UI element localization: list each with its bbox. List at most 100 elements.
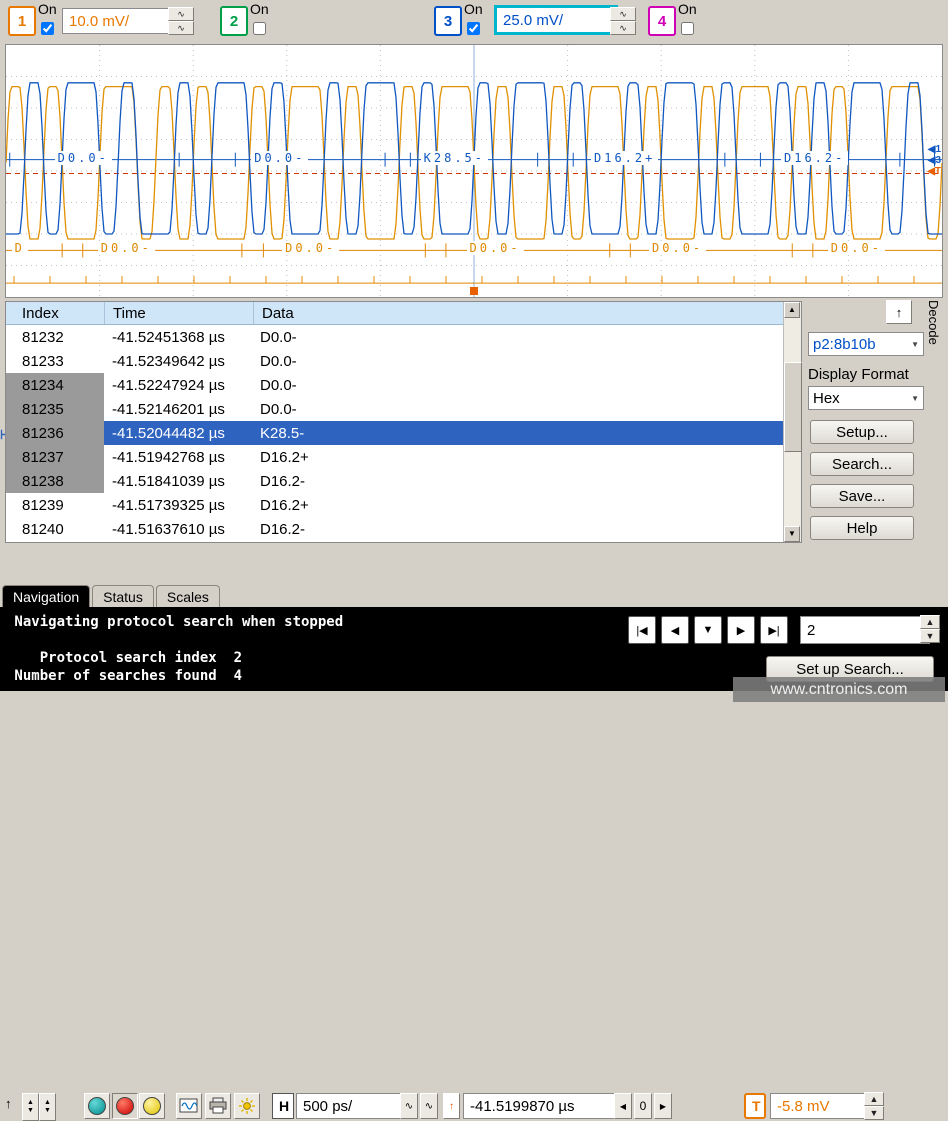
decode-label: K28.5-	[421, 151, 488, 165]
table-row[interactable]: 81238 -41.51841039 µs D16.2-	[6, 469, 801, 493]
sun-icon	[237, 1097, 257, 1115]
print-button[interactable]	[205, 1093, 231, 1119]
decode-label: D0.0-	[98, 241, 155, 255]
decode-label: D0.0-	[282, 241, 339, 255]
scale-down-icon[interactable]: ∿	[610, 21, 636, 35]
table-row[interactable]: 81237 -41.51942768 µs D16.2+	[6, 445, 801, 469]
channel-1-ground-marker[interactable]: ◀1	[928, 145, 941, 155]
position-left-button[interactable]: ◀	[614, 1093, 632, 1119]
spin-down-icon[interactable]: ▼	[864, 1106, 884, 1120]
cell-index: 81240	[6, 517, 104, 541]
channel-3-on-checkbox[interactable]	[467, 22, 480, 35]
timebase-small-icon-button[interactable]: ∿	[400, 1093, 418, 1119]
scale-up-icon[interactable]: ∿	[610, 7, 636, 21]
channel-1-scale-field[interactable]: 10.0 mV/	[62, 8, 176, 34]
marker-c-button[interactable]	[139, 1093, 165, 1119]
display-format-combo[interactable]: Hex ▼	[808, 386, 924, 410]
position-zero-button[interactable]: 0	[634, 1093, 652, 1119]
column-header-data[interactable]: Data	[254, 302, 801, 324]
search-index-spinner: ▲ ▼	[920, 615, 940, 643]
setup-button[interactable]: Setup...	[810, 420, 914, 444]
cell-time: -41.52349642 µs	[104, 349, 252, 373]
decode-source-combo[interactable]: p2:8b10b ▼	[808, 332, 924, 356]
channel-2-on-label: On	[250, 1, 269, 17]
cell-data: D0.0-	[252, 349, 801, 373]
cell-index: 81233	[6, 349, 104, 373]
channel-3-button[interactable]: 3	[434, 6, 462, 36]
last-result-icon[interactable]: ▶|	[760, 616, 788, 644]
trigger-button[interactable]: T	[744, 1093, 766, 1119]
cell-index: 81234	[6, 373, 104, 397]
trigger-level-field[interactable]: -5.8 mV	[770, 1093, 874, 1119]
channel-2-button[interactable]: 2	[220, 6, 248, 36]
channel-3-ground-marker[interactable]: ◀3	[928, 156, 941, 166]
scale-up-icon[interactable]: ∿	[168, 7, 194, 21]
cell-data: D0.0-	[252, 373, 801, 397]
table-row[interactable]: 81232 -41.52451368 µs D0.0-	[6, 325, 801, 349]
trigger-position-button[interactable]: ↑	[443, 1093, 460, 1119]
marker-a-button[interactable]	[84, 1093, 110, 1119]
waveform-view-button[interactable]	[176, 1093, 202, 1119]
cell-index: 81238	[6, 469, 104, 493]
table-row[interactable]: 81233 -41.52349642 µs D0.0-	[6, 349, 801, 373]
tab-status[interactable]: Status	[92, 585, 154, 608]
spin-up-icon[interactable]: ▲	[864, 1092, 884, 1106]
yellow-circle-icon	[143, 1097, 161, 1115]
column-header-time[interactable]: Time	[105, 302, 254, 324]
timebase-field[interactable]: 500 ps/	[296, 1093, 410, 1119]
position-right-button[interactable]: ▶	[654, 1093, 672, 1119]
cell-data: K28.5-	[252, 421, 801, 445]
current-result-icon[interactable]: ▼	[694, 616, 722, 644]
timebase-large-icon-button[interactable]: ∿	[420, 1093, 438, 1119]
spin-down-icon[interactable]: ▼	[920, 629, 940, 643]
table-row[interactable]: 81235 -41.52146201 µs D0.0-	[6, 397, 801, 421]
scale-down-icon[interactable]: ∿	[168, 21, 194, 35]
channel-1-on-checkbox[interactable]	[41, 22, 54, 35]
cell-time: -41.52247924 µs	[104, 373, 252, 397]
panel-up-button[interactable]: ↑	[886, 300, 912, 324]
table-row[interactable]: 81240 -41.51637610 µs D16.2-	[6, 517, 801, 541]
prev-result-icon[interactable]: ◀	[661, 616, 689, 644]
table-row[interactable]: 81234 -41.52247924 µs D0.0-	[6, 373, 801, 397]
decode-label: D0.0-	[649, 241, 706, 255]
channel-3-scale-field[interactable]: 25.0 mV/	[494, 5, 618, 35]
search-index-field[interactable]: 2	[800, 616, 930, 644]
column-header-index[interactable]: Index	[6, 302, 105, 324]
chevron-down-icon: ▼	[907, 394, 919, 403]
decode-label: D0.0-	[828, 241, 885, 255]
display-format-value: Hex	[813, 390, 840, 407]
marker-b-button[interactable]	[112, 1093, 138, 1119]
decode-listing-table: Index Time Data 81232 -41.52451368 µs D0…	[5, 301, 802, 543]
horizontal-position-field[interactable]: -41.5199870 µs	[463, 1093, 623, 1119]
tab-scales[interactable]: Scales	[156, 585, 220, 608]
search-button[interactable]: Search...	[810, 452, 914, 476]
channel-2-on-checkbox[interactable]	[253, 22, 266, 35]
help-button[interactable]: Help	[810, 516, 914, 540]
display-brightness-button[interactable]	[234, 1093, 260, 1119]
waveform-display[interactable]: ◀1 ◀3 ◀T D0.0-D0.0-K28.5-D16.2+D16.2-DD0…	[5, 44, 943, 298]
cell-time: -41.51841039 µs	[104, 469, 252, 493]
save-button[interactable]: Save...	[810, 484, 914, 508]
nudge-left-button[interactable]: ▲▼	[22, 1093, 39, 1121]
next-result-icon[interactable]: ▶	[727, 616, 755, 644]
first-result-icon[interactable]: |◀	[628, 616, 656, 644]
table-scrollbar[interactable]: ▲ ▼	[783, 302, 801, 542]
channel-4-on-label: On	[678, 1, 697, 17]
scrollbar-thumb[interactable]	[784, 362, 802, 452]
decode-panel-title: Decode	[926, 300, 941, 345]
channel-1-scale-spinner: ∿ ∿	[168, 7, 194, 35]
scroll-up-icon[interactable]: ▲	[784, 302, 800, 318]
channel-4-on-checkbox[interactable]	[681, 22, 694, 35]
channel-3-on-label: On	[464, 1, 483, 17]
table-row[interactable]: 81239 -41.51739325 µs D16.2+	[6, 493, 801, 517]
trigger-level-marker[interactable]: ◀T	[927, 167, 941, 177]
table-row-selected[interactable]: 81236 -41.52044482 µs K28.5-	[6, 421, 801, 445]
spin-up-icon[interactable]: ▲	[920, 615, 940, 629]
trigger-time-marker[interactable]	[470, 287, 478, 295]
nudge-right-button[interactable]: ▲▼	[39, 1093, 56, 1121]
channel-4-button[interactable]: 4	[648, 6, 676, 36]
channel-1-button[interactable]: 1	[8, 6, 36, 36]
horizontal-button[interactable]: H	[272, 1093, 294, 1119]
tab-navigation[interactable]: Navigation	[2, 585, 90, 608]
scroll-down-icon[interactable]: ▼	[784, 526, 800, 542]
